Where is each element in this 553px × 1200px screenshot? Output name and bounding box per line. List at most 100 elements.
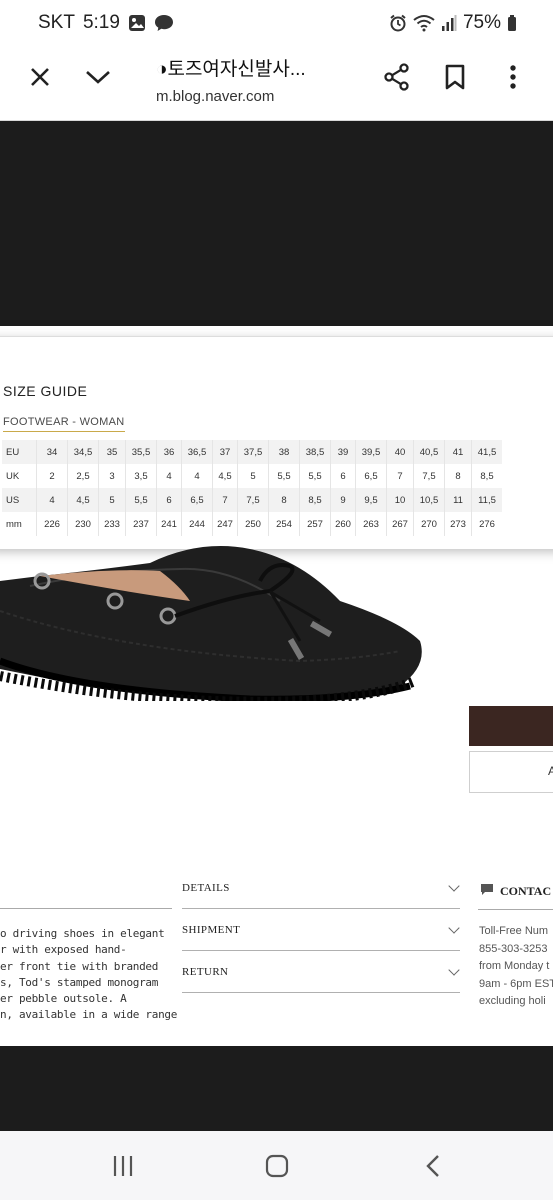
size-guide-subtitle: FOOTWEAR - WOMAN <box>3 416 125 432</box>
product-description: o driving shoes in elegant r with expose… <box>0 926 178 1024</box>
size-cell: 4,5 <box>212 464 238 488</box>
contact-line: excluding holi <box>479 995 546 1007</box>
loafer-shoe-image <box>0 546 422 701</box>
carrier-label: SKT <box>38 12 75 33</box>
size-cell: 40,5 <box>413 440 445 464</box>
size-cell: 5,5 <box>125 488 157 512</box>
page-url[interactable]: m.blog.naver.com <box>156 88 274 105</box>
share-icon[interactable] <box>382 62 412 92</box>
size-cell: 237 <box>125 512 157 536</box>
size-cell: 6,5 <box>355 464 387 488</box>
size-cell: 3,5 <box>125 464 157 488</box>
size-cell: 226 <box>36 512 68 536</box>
size-cell: 36,5 <box>181 440 213 464</box>
size-cell: 5 <box>237 464 269 488</box>
alarm-icon <box>389 14 407 32</box>
size-cell: 230 <box>67 512 99 536</box>
accordion-label: RETURN <box>182 966 229 978</box>
page-content[interactable]: SIZE GUIDE FOOTWEAR - WOMAN EU 34 34,5 35 35… <box>0 121 553 1131</box>
description-line: er front tie with branded <box>0 959 159 973</box>
home-icon[interactable] <box>262 1151 292 1181</box>
size-row-label: US <box>2 488 37 512</box>
size-cell: 2 <box>36 464 68 488</box>
size-table-row: UK 2 2,5 3 3,5 4 4 4,5 5 5,5 5,5 6 6,5 7 7,5 8 8,5 <box>2 464 502 488</box>
size-cell: 11,5 <box>471 488 502 512</box>
chevron-down-icon <box>448 922 460 934</box>
size-cell: 41 <box>444 440 472 464</box>
size-cell: 40 <box>386 440 414 464</box>
size-guide-card: SIZE GUIDE FOOTWEAR - WOMAN EU 34 34,5 35 35… <box>0 336 553 549</box>
secondary-button-label: A <box>548 764 553 778</box>
size-cell: 37 <box>212 440 238 464</box>
size-cell: 250 <box>237 512 269 536</box>
size-cell: 241 <box>156 512 182 536</box>
size-cell: 8,5 <box>471 464 502 488</box>
secondary-button[interactable]: A <box>469 751 553 793</box>
messenger-icon <box>154 14 174 32</box>
size-cell: 37,5 <box>237 440 269 464</box>
gallery-icon <box>128 14 146 32</box>
contact-line: 9am - 6pm EST <box>479 977 553 990</box>
size-cell: 6 <box>156 488 182 512</box>
size-cell: 5 <box>98 488 126 512</box>
recent-apps-icon[interactable] <box>108 1151 138 1181</box>
contact-info: Toll-Free Num 855-303-3253 from Monday t… <box>479 923 553 1011</box>
accordion-label: DETAILS <box>182 882 230 894</box>
contact-line: from Monday t <box>479 960 550 972</box>
chevron-down-icon <box>448 964 460 976</box>
size-cell: 260 <box>330 512 356 536</box>
battery-label: 75% <box>462 12 501 33</box>
size-cell: 34 <box>36 440 68 464</box>
bookmark-icon[interactable] <box>440 62 470 92</box>
accordion-details[interactable]: DETAILS <box>182 866 460 909</box>
accordion-shipment[interactable]: SHIPMENT <box>182 908 460 951</box>
size-table-row: EU 34 34,5 35 35,5 36 36,5 37 37,5 38 38,5 39 39,5 40… <box>2 440 502 464</box>
back-icon[interactable] <box>418 1151 448 1181</box>
size-cell: 8 <box>268 488 300 512</box>
size-cell: 6 <box>330 464 356 488</box>
system-nav-bar <box>0 1131 553 1200</box>
description-line: o driving shoes in elegant <box>0 927 165 940</box>
size-guide-title: SIZE GUIDE <box>3 383 88 399</box>
contact-line: 855-303-3253 <box>479 942 548 955</box>
size-cell: 263 <box>355 512 387 536</box>
size-cell: 38,5 <box>299 440 331 464</box>
size-cell: 7,5 <box>413 464 445 488</box>
size-cell: 10 <box>386 488 414 512</box>
product-image: SIZE GUIDE FOOTWEAR - WOMAN EU 34 34,5 35 35… <box>0 326 553 1046</box>
contact-divider <box>478 909 553 910</box>
accordion-label: SHIPMENT <box>182 924 241 936</box>
size-cell: 39,5 <box>355 440 387 464</box>
signal-icon <box>441 14 457 32</box>
size-cell: 270 <box>413 512 445 536</box>
chevron-down-icon <box>448 880 460 892</box>
size-cell: 5,5 <box>268 464 300 488</box>
size-cell: 7 <box>386 464 414 488</box>
size-cell: 2,5 <box>67 464 99 488</box>
size-cell: 257 <box>299 512 331 536</box>
size-cell: 38 <box>268 440 300 464</box>
add-to-bag-button[interactable] <box>469 706 553 746</box>
close-icon[interactable] <box>25 62 55 92</box>
chat-icon <box>480 883 494 900</box>
size-cell: 4 <box>36 488 68 512</box>
size-cell: 9 <box>330 488 356 512</box>
size-cell: 36 <box>156 440 182 464</box>
description-line: n, available in a wide range <box>0 1008 178 1022</box>
size-cell: 4 <box>156 464 182 488</box>
chevron-down-icon[interactable] <box>83 62 113 92</box>
size-cell: 34,5 <box>67 440 99 464</box>
size-cell: 8 <box>444 464 472 488</box>
size-table-row: US 4 4,5 5 5,5 6 6,5 7 7,5 8 8,5 9 9,5 10 10,5 11 11,5 <box>2 488 502 512</box>
size-cell: 6,5 <box>181 488 213 512</box>
page-title[interactable]: ◑토즈여자신발사... <box>156 54 306 81</box>
size-cell: 276 <box>471 512 502 536</box>
size-row-label: UK <box>6 470 20 482</box>
size-table: EU 34 34,5 35 35,5 36 36,5 37 37,5 38 38,5 39 39,5 40… <box>2 440 502 536</box>
battery-icon <box>507 14 517 32</box>
size-cell: 3 <box>98 464 126 488</box>
accordion-return[interactable]: RETURN <box>182 950 460 993</box>
more-vert-icon[interactable] <box>498 62 528 92</box>
wifi-icon <box>413 14 435 32</box>
size-table-row: mm 226 230 233 237 241 244 247 250 254 257 260 263 26… <box>2 512 502 536</box>
